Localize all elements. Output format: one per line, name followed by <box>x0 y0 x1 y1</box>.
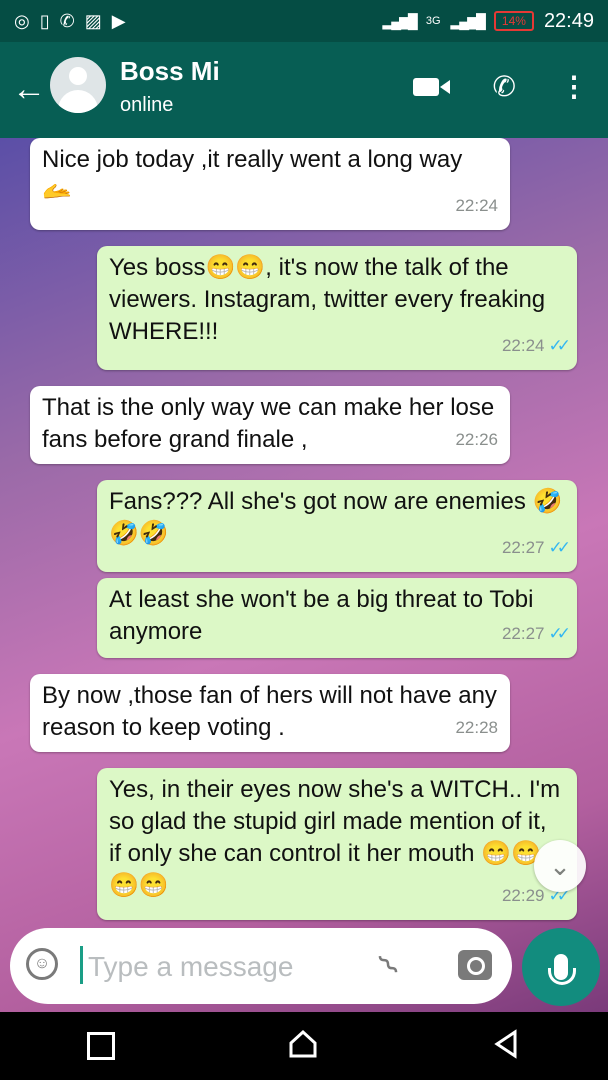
status-bar: ◎ ▯ ✆ ▨ ▶ ▂▄▆█ 3G ▂▄▆█ 14% 22:49 <box>0 0 608 42</box>
text-cursor <box>80 946 83 984</box>
message-bubble[interactable]: At least she won't be a big threat to To… <box>97 578 577 658</box>
message-text: Nice job today ,it really went a long wa… <box>42 146 463 205</box>
contact-name[interactable]: Boss Mi <box>120 56 220 87</box>
gallery-icon: ▨ <box>84 10 102 31</box>
back-arrow-icon[interactable]: ← <box>12 70 46 109</box>
message-bubble[interactable]: Nice job today ,it really went a long wa… <box>30 138 510 230</box>
message-text: Yes, in their eyes now she's a WITCH.. I… <box>109 776 561 899</box>
whatsapp-icon: ✆ <box>59 10 75 31</box>
chevron-down-icon: ⌄ <box>549 850 571 881</box>
read-receipt-icon: ✓✓ <box>548 336 571 355</box>
message-bubble[interactable]: That is the only way we can make her los… <box>30 386 510 464</box>
message-text: By now ,those fan of hers will not have … <box>42 682 497 741</box>
attach-icon[interactable]: ⌇ <box>372 948 407 983</box>
message-time: 22:24 <box>501 336 545 355</box>
message-time: 22:28 <box>455 718 498 737</box>
read-receipt-icon: ✓✓ <box>548 538 571 557</box>
message-text: That is the only way we can make her los… <box>42 394 495 453</box>
voice-call-icon[interactable]: ✆ <box>493 70 516 103</box>
message-time: 22:27 <box>501 538 545 557</box>
back-nav-icon[interactable] <box>491 1028 521 1064</box>
signal-icon-2: ▂▄▆█ <box>450 12 486 29</box>
message-time: 22:24 <box>455 196 498 215</box>
message-time: 22:27 <box>501 624 545 643</box>
network-type: 3G <box>425 15 441 27</box>
message-bubble[interactable]: Yes boss😁😁, it's now the talk of the vie… <box>97 246 577 370</box>
message-text: Fans??? All she's got now are enemies 🤣🤣… <box>109 488 563 547</box>
battery-indicator: 14% <box>493 11 534 31</box>
emoji-icon[interactable]: ☺ <box>26 948 58 980</box>
read-receipt-icon: ✓✓ <box>548 624 571 643</box>
camera-icon[interactable] <box>458 950 492 980</box>
system-nav-bar <box>0 1012 608 1080</box>
video-call-icon[interactable] <box>412 77 450 96</box>
scroll-to-bottom-button[interactable]: ⌄ <box>534 840 586 892</box>
instagram-icon: ◎ <box>14 10 30 31</box>
contact-status: online <box>120 94 174 116</box>
voice-record-button[interactable] <box>522 928 600 1006</box>
message-bubble[interactable]: Fans??? All she's got now are enemies 🤣🤣… <box>97 480 577 572</box>
message-time: 22:29 <box>501 886 545 905</box>
notification-icons: ◎ ▯ ✆ ▨ ▶ <box>14 11 126 32</box>
phone-status-icon: ▯ <box>39 10 50 31</box>
message-time: 22:26 <box>455 430 498 449</box>
message-bubble[interactable]: By now ,those fan of hers will not have … <box>30 674 510 752</box>
more-options-icon[interactable]: ⋮ <box>560 72 588 101</box>
avatar[interactable] <box>50 57 106 113</box>
home-icon[interactable] <box>288 1029 318 1064</box>
message-input[interactable] <box>86 946 370 988</box>
message-bubble[interactable]: Yes, in their eyes now she's a WITCH.. I… <box>97 768 577 920</box>
mic-icon <box>548 954 576 985</box>
youtube-icon: ▶ <box>111 10 126 31</box>
message-text: At least she won't be a big threat to To… <box>109 586 534 645</box>
signal-icon: ▂▄▆█ <box>382 12 417 29</box>
recent-apps-icon[interactable] <box>86 1032 115 1060</box>
message-text: Yes boss😁😁, it's now the talk of the vie… <box>109 254 546 345</box>
chat-area[interactable]: Nice job today ,it really went a long wa… <box>0 138 608 1012</box>
clock: 22:49 <box>543 9 594 32</box>
message-composer: ☺ ⌇ <box>10 928 512 1004</box>
chat-header: ← Boss Mi online ✆ ⋮ <box>0 42 608 138</box>
